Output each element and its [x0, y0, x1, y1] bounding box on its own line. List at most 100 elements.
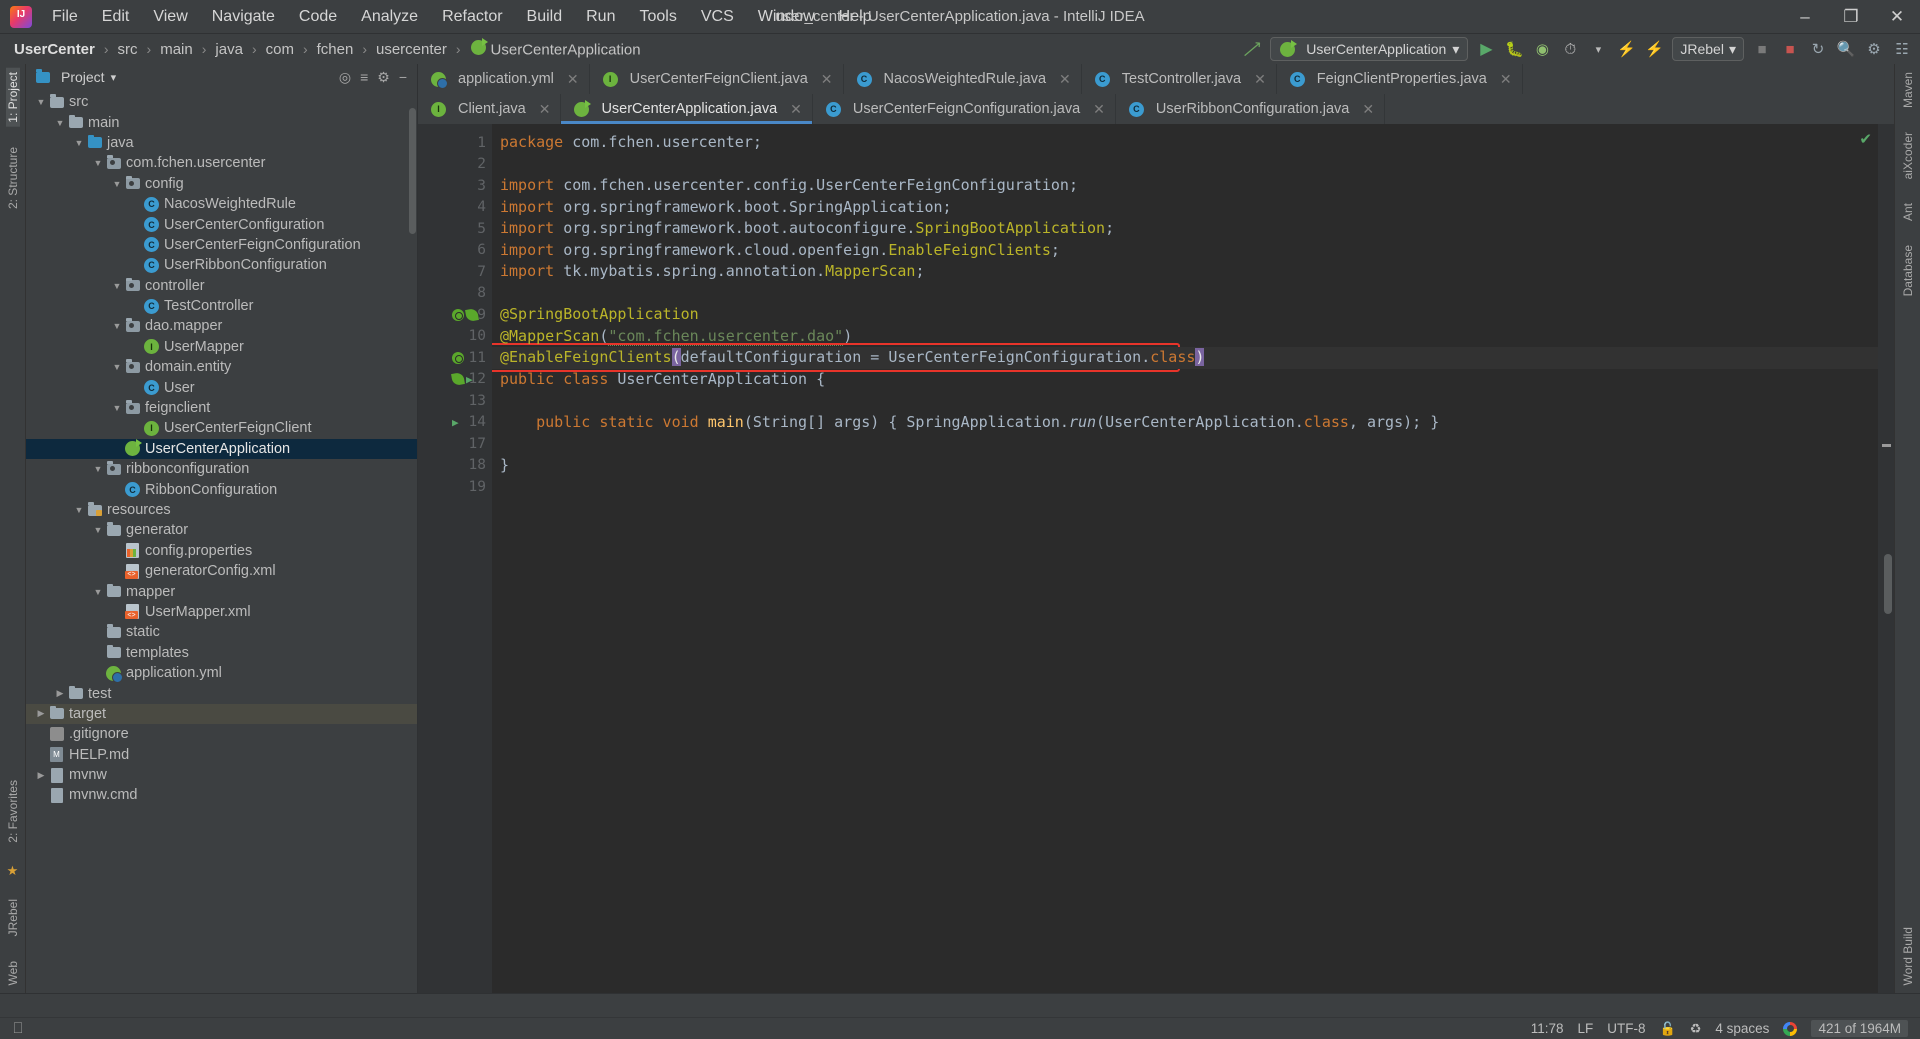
- code-line-13[interactable]: [492, 390, 1878, 412]
- locate-icon[interactable]: ◎: [339, 69, 351, 86]
- project-tree[interactable]: ▼ src ▼ main ▼ java ▼ com.fchen.usercenter ▼ conf…: [26, 90, 417, 993]
- spring-bean-icon[interactable]: [452, 351, 464, 364]
- code-content[interactable]: package com.fchen.usercenter; import com.…: [492, 124, 1878, 993]
- breadcrumb-item-java[interactable]: java: [213, 39, 245, 60]
- tree-node-user[interactable]: C User: [26, 377, 417, 397]
- chevron-down-icon[interactable]: ▼: [91, 525, 105, 535]
- menu-run[interactable]: Run: [574, 4, 627, 30]
- chevron-down-icon[interactable]: ▾: [1729, 41, 1736, 58]
- rail-item-project[interactable]: 1: Project: [5, 68, 20, 127]
- editor-scrollbar-thumb[interactable]: [1884, 554, 1892, 614]
- editor-tab-usercenterapplication-java[interactable]: UserCenterApplication.java ✕: [561, 94, 813, 124]
- tree-node-resources[interactable]: ▼ resources: [26, 500, 417, 520]
- chevron-down-icon[interactable]: ▼: [53, 118, 67, 128]
- back-arrow-icon[interactable]: ⟶: [1238, 35, 1266, 63]
- close-tab-icon[interactable]: ✕: [539, 101, 551, 118]
- code-line-6[interactable]: import org.springframework.cloud.openfei…: [492, 240, 1878, 262]
- inspection-status-icon[interactable]: ✔: [1859, 130, 1872, 148]
- chevron-down-icon[interactable]: ▼: [34, 97, 48, 107]
- gutter-line-8[interactable]: 8: [418, 283, 492, 305]
- editor-tab-testcontroller-java[interactable]: C TestController.java ✕: [1081, 64, 1277, 94]
- gutter-markers[interactable]: ▶: [451, 372, 473, 387]
- editor-gutter[interactable]: 123−4567−89−1011−▶1213▶14−171819: [418, 124, 504, 993]
- stop-icon[interactable]: ■: [1752, 39, 1772, 59]
- chevron-right-icon[interactable]: ▶: [34, 770, 48, 781]
- chevron-down-icon[interactable]: ▼: [110, 403, 124, 413]
- gutter-line-4[interactable]: 4: [418, 197, 492, 219]
- menu-tools[interactable]: Tools: [627, 4, 688, 30]
- tree-node-nacosweightedrule[interactable]: C NacosWeightedRule: [26, 194, 417, 214]
- close-tab-icon[interactable]: ✕: [1059, 71, 1071, 88]
- layout-icon[interactable]: ☷: [1892, 39, 1912, 59]
- tree-node-config[interactable]: ▼ config: [26, 174, 417, 194]
- menu-help[interactable]: Help: [827, 4, 884, 30]
- chevron-down-icon[interactable]: ▼: [110, 321, 124, 331]
- code-line-10[interactable]: @MapperScan("com.fchen.usercenter.dao"): [492, 326, 1878, 348]
- spring-leaf-icon[interactable]: [465, 307, 479, 322]
- rail-item-favorites[interactable]: 2: Favorites: [6, 776, 20, 847]
- tree-node-userribbonconfiguration[interactable]: C UserRibbonConfiguration: [26, 255, 417, 275]
- tree-node-config-properties[interactable]: config.properties: [26, 541, 417, 561]
- editor-tab-application-yml[interactable]: application.yml ✕: [418, 64, 590, 94]
- gutter-line-18[interactable]: 18: [418, 455, 492, 477]
- breadcrumb-item-fchen[interactable]: fchen: [315, 39, 356, 60]
- minimize-button[interactable]: –: [1782, 1, 1828, 33]
- code-line-8[interactable]: [492, 283, 1878, 305]
- close-tab-icon[interactable]: ✕: [1362, 101, 1374, 118]
- tree-node-usercenterapplication[interactable]: UserCenterApplication: [26, 438, 417, 460]
- editor-tab-usercenterfeignconfiguration-java[interactable]: C UserCenterFeignConfiguration.java ✕: [812, 94, 1116, 124]
- tree-node-dao-mapper[interactable]: ▼ dao.mapper: [26, 316, 417, 336]
- menu-code[interactable]: Code: [287, 4, 349, 30]
- menu-view[interactable]: View: [141, 4, 199, 30]
- tree-node-application-yml[interactable]: application.yml: [26, 663, 417, 683]
- rail-item-database[interactable]: Database: [1901, 241, 1915, 300]
- editor-tab-usercenterfeignclient-java[interactable]: I UserCenterFeignClient.java ✕: [589, 64, 844, 94]
- tree-node-mvnw[interactable]: ▶ mvnw: [26, 765, 417, 785]
- chevron-down-icon[interactable]: ▼: [110, 179, 124, 189]
- collapse-all-icon[interactable]: ≡: [360, 69, 368, 85]
- run-with-coverage-icon[interactable]: ◉: [1532, 39, 1552, 59]
- search-everywhere-icon[interactable]: 🔍: [1836, 39, 1856, 59]
- tree-node-controller[interactable]: ▼ controller: [26, 276, 417, 296]
- breadcrumb-item-com[interactable]: com: [264, 39, 296, 60]
- menu-refactor[interactable]: Refactor: [430, 4, 514, 30]
- code-line-11[interactable]: @EnableFeignClients(defaultConfiguration…: [492, 347, 1878, 369]
- gutter-line-10[interactable]: 10: [418, 326, 492, 348]
- jrebel-selector[interactable]: JRebel ▾: [1672, 37, 1744, 61]
- chevron-down-icon[interactable]: ▼: [91, 587, 105, 597]
- tree-node-usermapper[interactable]: I UserMapper: [26, 337, 417, 357]
- settings-icon[interactable]: ⚙: [1864, 39, 1884, 59]
- marker-changed[interactable]: [1882, 444, 1891, 447]
- tree-node-target[interactable]: ▶ target: [26, 703, 417, 725]
- breadcrumb-item-src[interactable]: src: [116, 39, 140, 60]
- gutter-line-2[interactable]: 2: [418, 154, 492, 176]
- gutter-line-7[interactable]: 7−: [418, 261, 504, 283]
- tree-node-mvnw-cmd[interactable]: mvnw.cmd: [26, 785, 417, 805]
- menu-edit[interactable]: Edit: [90, 4, 142, 30]
- gutter-line-9[interactable]: 9−: [418, 304, 504, 326]
- tree-node-main[interactable]: ▼ main: [26, 112, 417, 132]
- rail-item-web[interactable]: Web: [6, 957, 20, 989]
- close-tab-icon[interactable]: ✕: [1500, 71, 1512, 88]
- git-branch-icon[interactable]: ♻: [1690, 1021, 1702, 1037]
- line-separator[interactable]: LF: [1578, 1021, 1594, 1036]
- rail-item-maven[interactable]: Maven: [1901, 68, 1915, 112]
- tree-node-static[interactable]: static: [26, 622, 417, 642]
- code-line-12[interactable]: public class UserCenterApplication {: [492, 369, 1878, 391]
- project-panel-title[interactable]: Project ▾: [34, 69, 116, 85]
- menu-window[interactable]: Window: [746, 4, 827, 30]
- toggle-toolwindows-icon[interactable]: ⎕: [8, 1019, 28, 1039]
- menu-analyze[interactable]: Analyze: [349, 4, 430, 30]
- editor-tab-client-java[interactable]: I Client.java ✕: [418, 94, 562, 124]
- code-line-19[interactable]: [492, 476, 1878, 498]
- gutter-markers[interactable]: [452, 307, 479, 322]
- run-gutter-icon[interactable]: ▶: [466, 373, 473, 386]
- chevron-down-icon[interactable]: ▼: [72, 505, 86, 515]
- gutter-line-3[interactable]: 3−: [418, 175, 504, 197]
- gutter-line-13[interactable]: 13: [418, 390, 492, 412]
- run-gutter-icon[interactable]: ▶: [452, 416, 459, 429]
- chevron-down-icon[interactable]: ▼: [110, 362, 124, 372]
- chevron-down-icon[interactable]: ▼: [91, 464, 105, 474]
- close-tab-icon[interactable]: ✕: [1254, 71, 1266, 88]
- gutter-line-12[interactable]: ▶ 12: [418, 369, 492, 391]
